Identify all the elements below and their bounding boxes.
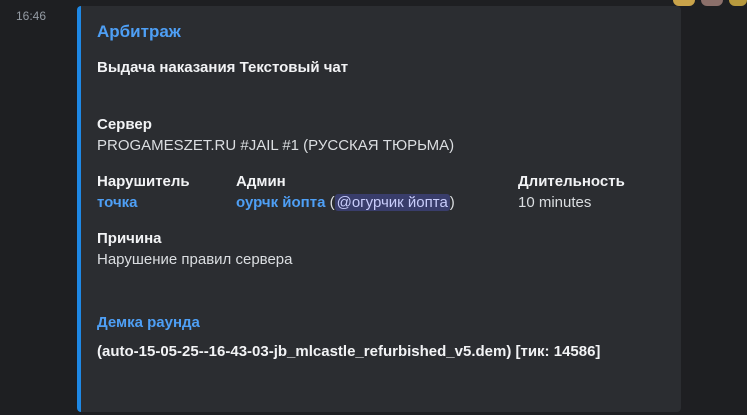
violator-link[interactable]: точка bbox=[97, 194, 138, 211]
embed-description: Выдача наказания Текстовый чат bbox=[97, 59, 349, 76]
field-duration: Длительность 10 minutes bbox=[518, 173, 625, 211]
reaction-emoji-icon[interactable] bbox=[729, 0, 747, 6]
field-reason-value: Нарушение правил сервера bbox=[97, 251, 293, 268]
field-violator-name: Нарушитель bbox=[97, 173, 190, 190]
admin-mention[interactable]: @огурчик йопта bbox=[334, 194, 450, 211]
field-demo: Демка раунда (auto-15-05-25--16-43-03-jb… bbox=[97, 314, 600, 360]
admin-link[interactable]: оурчк йопта bbox=[236, 194, 325, 211]
field-duration-value: 10 minutes bbox=[518, 194, 592, 211]
field-violator-value: точка bbox=[97, 194, 190, 211]
embed-card: Арбитраж Выдача наказания Текстовый чат … bbox=[77, 6, 681, 412]
reaction-avatar-icon[interactable] bbox=[701, 0, 723, 6]
field-violator: Нарушитель точка bbox=[97, 173, 190, 211]
field-reason: Причина Нарушение правил сервера bbox=[97, 230, 292, 268]
admin-open-paren: ( bbox=[329, 194, 335, 211]
reactions-strip bbox=[673, 0, 747, 6]
field-admin-value: оурчк йопта (@огурчик йопта) bbox=[236, 194, 455, 211]
message-timestamp: 16:46 bbox=[16, 9, 47, 23]
field-admin: Админ оурчк йопта (@огурчик йопта) bbox=[236, 173, 455, 211]
field-server-name: Сервер bbox=[97, 116, 152, 133]
demo-title: Демка раунда bbox=[97, 314, 200, 331]
admin-close-paren: ) bbox=[449, 194, 455, 211]
field-admin-name: Админ bbox=[236, 173, 286, 190]
embed-title: Арбитраж bbox=[97, 22, 181, 41]
chat-area: 16:46 Арбитраж Выдача наказания Текстовы… bbox=[0, 0, 747, 415]
field-duration-name: Длительность bbox=[518, 173, 625, 190]
field-server: Сервер PROGAMESZET.RU #JAIL #1 (РУССКАЯ … bbox=[97, 116, 454, 154]
field-reason-name: Причина bbox=[97, 230, 162, 247]
demo-value: (auto-15-05-25--16-43-03-jb_mlcastle_ref… bbox=[97, 343, 601, 360]
field-server-value: PROGAMESZET.RU #JAIL #1 (РУССКАЯ ТЮРЬМА) bbox=[97, 137, 455, 154]
